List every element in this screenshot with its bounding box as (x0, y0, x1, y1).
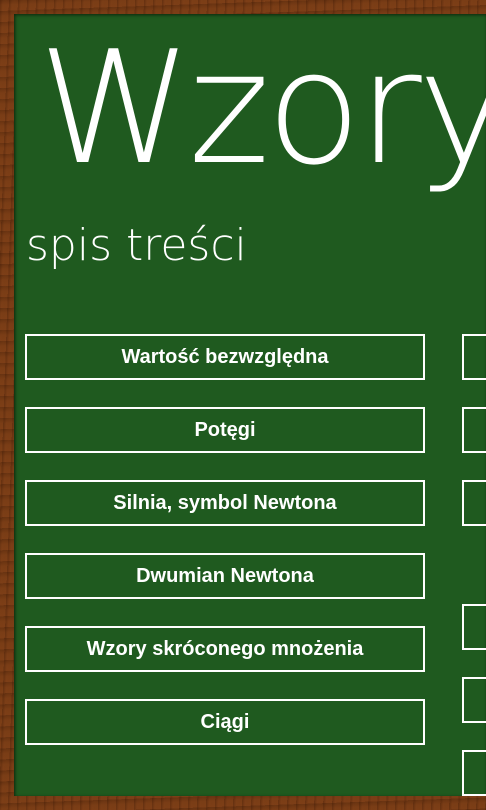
topic-button-factorial-binomial-coefficient[interactable]: Silnia, symbol Newtona (25, 480, 425, 526)
topic-button-absolute-value[interactable]: Wartość bezwzględna (25, 334, 425, 380)
topic-button-partial[interactable] (462, 334, 486, 380)
topic-button-binomial-theorem[interactable]: Dwumian Newtona (25, 553, 425, 599)
chalkboard: Wzory spis treści Wartość bezwzględna Po… (14, 14, 486, 796)
topic-button-partial[interactable] (462, 604, 486, 650)
topic-button-partial[interactable] (462, 677, 486, 723)
topic-button-partial[interactable] (462, 750, 486, 796)
topic-button-powers[interactable]: Potęgi (25, 407, 425, 453)
topic-button-partial[interactable] (462, 480, 486, 526)
topic-button-short-multiplication-formulas[interactable]: Wzory skróconego mnożenia (25, 626, 425, 672)
topic-button-partial[interactable] (462, 407, 486, 453)
section-title: spis treści (26, 220, 247, 271)
app-title: Wzory (38, 17, 486, 199)
topic-button-sequences[interactable]: Ciągi (25, 699, 425, 745)
